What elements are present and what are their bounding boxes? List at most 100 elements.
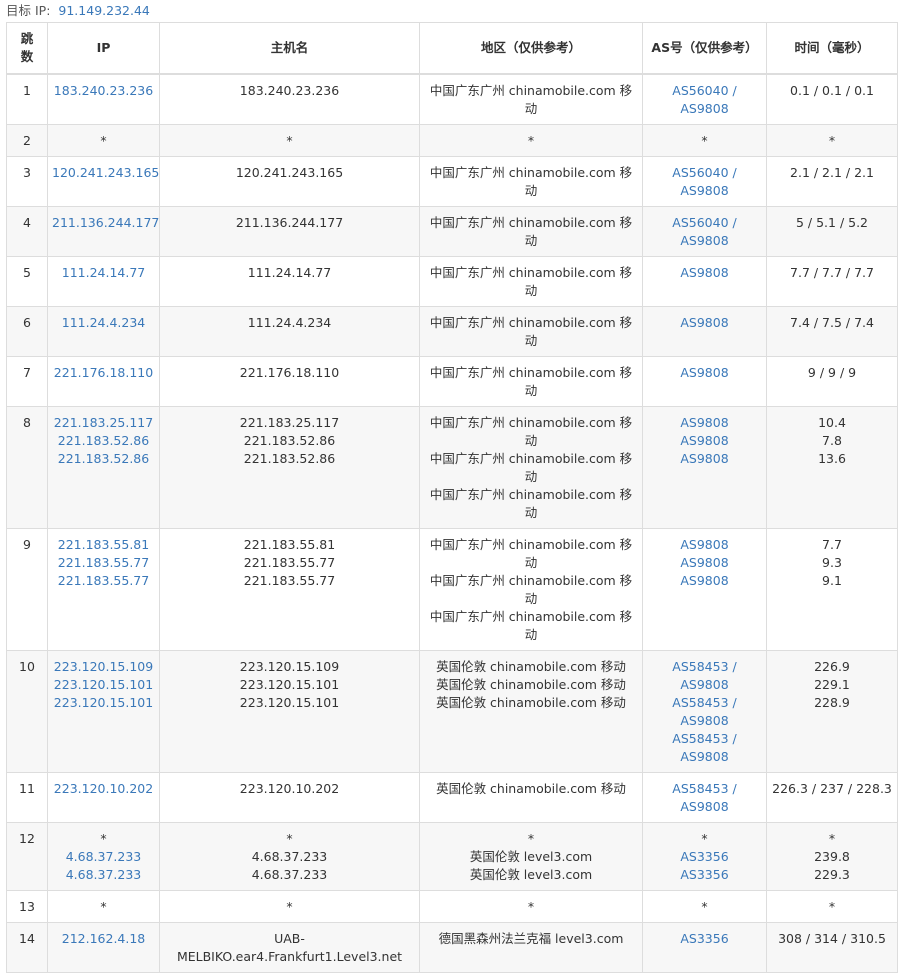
as-cell: AS9808 AS9808 AS9808 bbox=[642, 528, 767, 651]
ip-value[interactable]: 111.24.14.77 bbox=[52, 264, 155, 282]
table-row: 11 223.120.10.202 223.120.10.202 英国伦敦 china… bbox=[6, 772, 898, 823]
host-cell: * bbox=[159, 124, 420, 157]
ip-value[interactable]: 221.183.25.117 bbox=[52, 414, 155, 432]
region-value: 德国黑森州法兰克福 level3.com bbox=[438, 931, 624, 946]
as-cell: AS56040 / AS9808 bbox=[642, 73, 767, 125]
as-cell: AS58453 / AS9808 bbox=[642, 772, 767, 823]
as-value[interactable]: AS9808 bbox=[647, 572, 762, 590]
time-value: 9 / 9 / 9 bbox=[807, 365, 857, 380]
host-cell: 221.176.18.110 bbox=[159, 356, 420, 407]
as-value[interactable]: AS58453 / AS9808 bbox=[647, 658, 762, 694]
host-value: 4.68.37.233 bbox=[251, 867, 328, 882]
host-value: 211.136.244.177 bbox=[235, 215, 344, 230]
time-cell: 2.1 / 2.1 / 2.1 bbox=[766, 156, 898, 207]
ip-cell: * bbox=[47, 890, 160, 923]
region-value: 英国伦敦 chinamobile.com 移动 bbox=[436, 659, 626, 674]
ip-value[interactable]: 212.162.4.18 bbox=[52, 930, 155, 948]
header-hop: 跳数 bbox=[6, 22, 48, 75]
as-value: * bbox=[701, 133, 708, 148]
host-cell: 211.136.244.177 bbox=[159, 206, 420, 257]
ip-cell: 212.162.4.18 bbox=[47, 922, 160, 973]
ip-cell: 223.120.10.202 bbox=[47, 772, 160, 823]
region-value: 中国广东广州 chinamobile.com 移动 bbox=[429, 315, 633, 348]
host-value: 223.120.15.109 bbox=[239, 659, 340, 674]
target-ip-label: 目标 IP: bbox=[6, 3, 51, 18]
as-value[interactable]: AS58453 / AS9808 bbox=[647, 730, 762, 766]
ip-value[interactable]: 120.241.243.165 bbox=[52, 164, 159, 182]
region-value: 中国广东广州 chinamobile.com 移动 bbox=[429, 487, 633, 520]
ip-value[interactable]: 221.183.52.86 bbox=[52, 432, 155, 450]
as-value[interactable]: AS9808 bbox=[647, 364, 762, 382]
ip-cell: 221.183.25.117 221.183.52.86 221.183.52.86 bbox=[47, 406, 160, 529]
ip-value[interactable]: 4.68.37.233 bbox=[52, 866, 155, 884]
ip-cell: 111.24.14.77 bbox=[47, 256, 160, 307]
ip-value[interactable]: 223.120.15.101 bbox=[52, 694, 155, 712]
ip-value[interactable]: 221.183.52.86 bbox=[52, 450, 155, 468]
ip-value[interactable]: 221.183.55.81 bbox=[52, 536, 155, 554]
as-value[interactable]: AS56040 / AS9808 bbox=[647, 164, 762, 200]
as-cell: AS56040 / AS9808 bbox=[642, 156, 767, 207]
hop-cell: 13 bbox=[6, 890, 48, 923]
hop-cell: 5 bbox=[6, 256, 48, 307]
ip-value: * bbox=[100, 133, 107, 148]
time-value: * bbox=[828, 831, 836, 846]
ip-value[interactable]: 4.68.37.233 bbox=[52, 848, 155, 866]
region-cell: 德国黑森州法兰克福 level3.com bbox=[419, 922, 643, 973]
as-cell: AS9808 bbox=[642, 256, 767, 307]
time-value: 228.9 bbox=[814, 695, 850, 710]
as-value[interactable]: AS9808 bbox=[647, 554, 762, 572]
ip-value[interactable]: 211.136.244.177 bbox=[52, 214, 159, 232]
hop-cell: 6 bbox=[6, 306, 48, 357]
ip-cell: * 4.68.37.233 4.68.37.233 bbox=[47, 822, 160, 891]
ip-value[interactable]: 111.24.4.234 bbox=[52, 314, 155, 332]
time-cell: * 239.8 229.3 bbox=[766, 822, 898, 891]
ip-cell: 211.136.244.177 bbox=[47, 206, 160, 257]
region-value: 中国广东广州 chinamobile.com 移动 bbox=[429, 165, 633, 198]
as-value[interactable]: AS9808 bbox=[647, 450, 762, 468]
ip-value[interactable]: 221.183.55.77 bbox=[52, 572, 155, 590]
as-cell: AS9808 bbox=[642, 356, 767, 407]
time-cell: 0.1 / 0.1 / 0.1 bbox=[766, 73, 898, 125]
header-host: 主机名 bbox=[159, 22, 420, 75]
target-ip-value[interactable]: 91.149.232.44 bbox=[58, 3, 149, 18]
ip-value[interactable]: 223.120.15.101 bbox=[52, 676, 155, 694]
as-value[interactable]: AS9808 bbox=[647, 414, 762, 432]
ip-cell: 111.24.4.234 bbox=[47, 306, 160, 357]
table-row: 2 * * * * * bbox=[6, 124, 898, 157]
ip-value[interactable]: 183.240.23.236 bbox=[52, 82, 155, 100]
as-cell: * bbox=[642, 124, 767, 157]
region-value: * bbox=[527, 831, 535, 846]
ip-value[interactable]: 221.176.18.110 bbox=[52, 364, 155, 382]
as-value[interactable]: AS9808 bbox=[647, 264, 762, 282]
region-value: 中国广东广州 chinamobile.com 移动 bbox=[429, 215, 633, 248]
header-ip: IP bbox=[47, 22, 160, 75]
time-value: 226.3 / 237 / 228.3 bbox=[772, 781, 892, 796]
as-value[interactable]: AS9808 bbox=[647, 314, 762, 332]
as-value[interactable]: AS3356 bbox=[647, 866, 762, 884]
as-cell: AS3356 bbox=[642, 922, 767, 973]
ip-value[interactable]: 221.183.55.77 bbox=[52, 554, 155, 572]
hop-cell: 14 bbox=[6, 922, 48, 973]
as-cell: AS58453 / AS9808 AS58453 / AS9808 AS58453 … bbox=[642, 650, 767, 773]
region-value: 英国伦敦 level3.com bbox=[469, 867, 593, 882]
ip-value[interactable]: 223.120.15.109 bbox=[52, 658, 155, 676]
header-as: AS号（仅供参考） bbox=[642, 22, 767, 75]
host-value: 4.68.37.233 bbox=[251, 849, 328, 864]
time-value: * bbox=[828, 899, 836, 914]
host-value: 221.183.55.77 bbox=[243, 573, 336, 588]
as-value[interactable]: AS56040 / AS9808 bbox=[647, 82, 762, 118]
region-value: 英国伦敦 chinamobile.com 移动 bbox=[436, 781, 626, 796]
host-cell: 183.240.23.236 bbox=[159, 73, 420, 125]
as-value[interactable]: AS9808 bbox=[647, 432, 762, 450]
as-value[interactable]: AS3356 bbox=[647, 848, 762, 866]
as-value[interactable]: AS58453 / AS9808 bbox=[647, 780, 762, 816]
ip-value[interactable]: 223.120.10.202 bbox=[52, 780, 155, 798]
hop-cell: 1 bbox=[6, 73, 48, 125]
host-value: 221.183.55.81 bbox=[243, 537, 336, 552]
as-value[interactable]: AS9808 bbox=[647, 536, 762, 554]
as-value[interactable]: AS58453 / AS9808 bbox=[647, 694, 762, 730]
as-value[interactable]: AS56040 / AS9808 bbox=[647, 214, 762, 250]
ip-value: * bbox=[100, 831, 107, 846]
as-value[interactable]: AS3356 bbox=[647, 930, 762, 948]
time-value: * bbox=[828, 133, 836, 148]
